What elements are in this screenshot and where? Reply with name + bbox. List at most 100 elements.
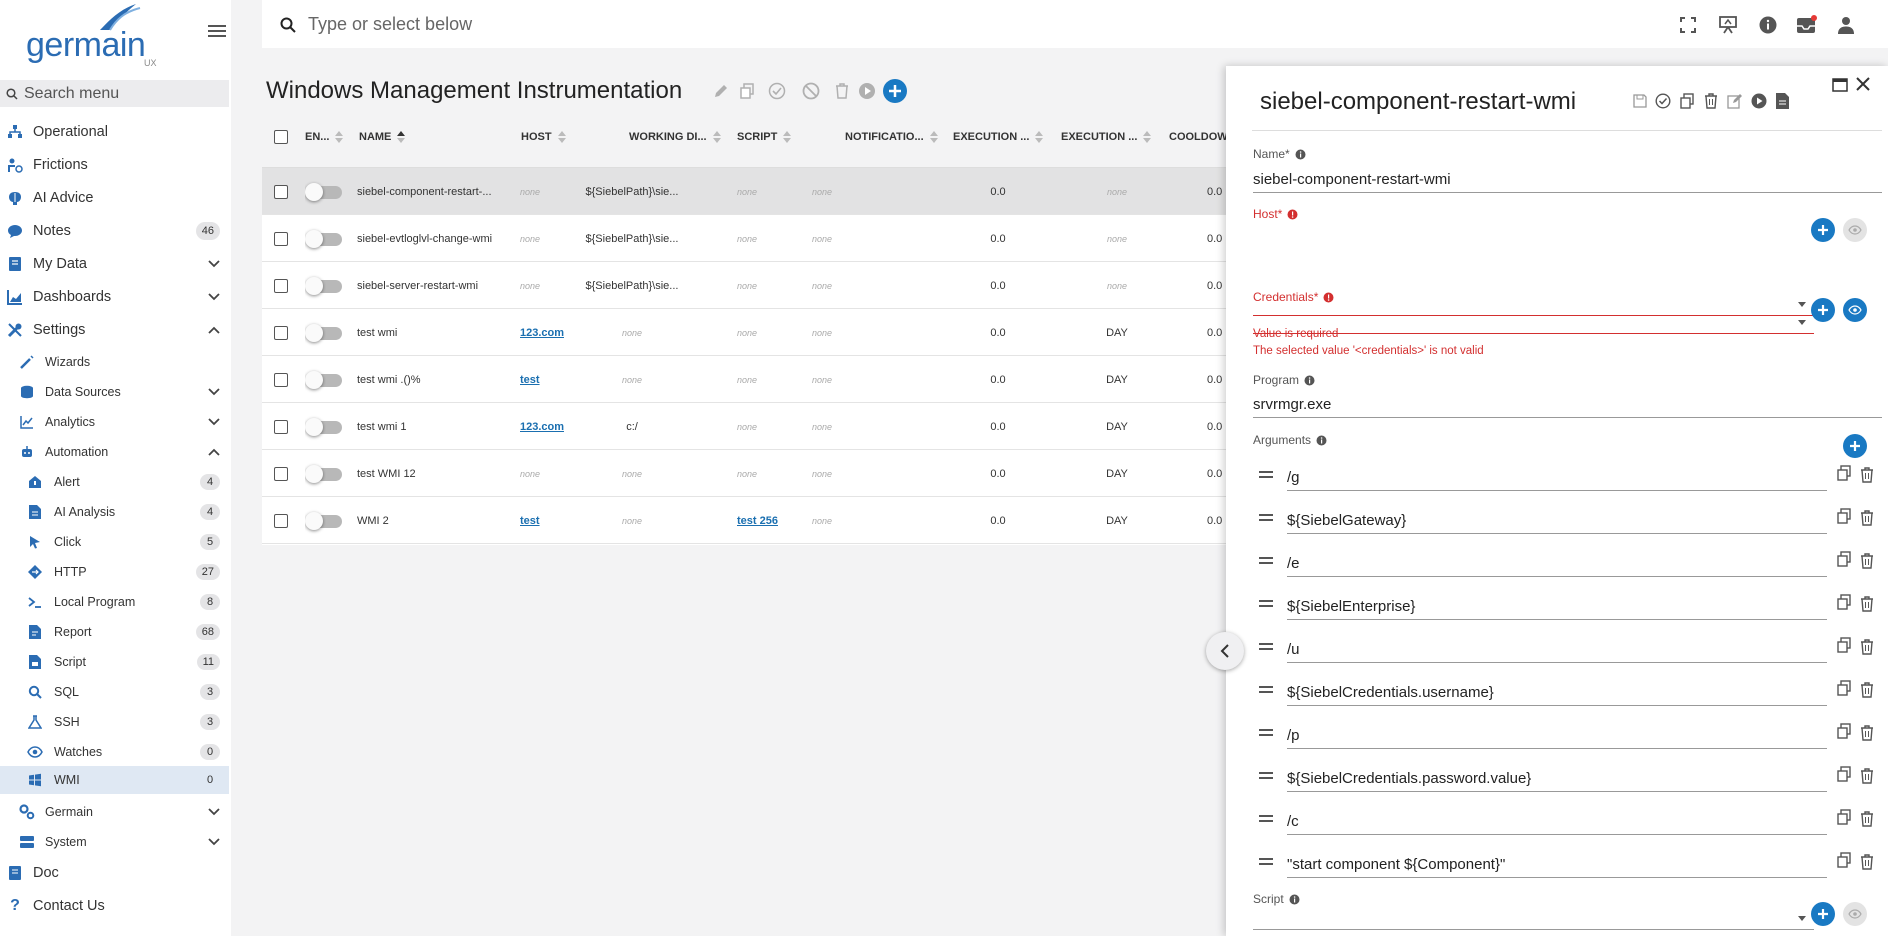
sidebar-item-report[interactable]: Report 68: [0, 618, 229, 646]
row-checkbox[interactable]: [274, 215, 288, 262]
script-select[interactable]: [1253, 904, 1814, 930]
info-icon[interactable]: [1757, 14, 1779, 36]
enable-toggle[interactable]: [305, 450, 343, 497]
argument-field[interactable]: /u: [1287, 637, 1827, 663]
check-circle-icon[interactable]: [767, 81, 787, 101]
table-row[interactable]: siebel-evtloglvl-change-wmi none ${SiebelP…: [262, 215, 1226, 262]
enable-toggle[interactable]: [305, 356, 343, 403]
drag-handle-icon[interactable]: [1259, 514, 1273, 524]
sidebar-item-notes[interactable]: Notes 46: [0, 217, 229, 245]
drag-handle-icon[interactable]: [1259, 686, 1273, 696]
play-icon[interactable]: [1750, 92, 1768, 110]
presentation-icon[interactable]: [1717, 14, 1739, 36]
table-row[interactable]: WMI 2 test none test 256 none 0.0 DAY 0.0: [262, 497, 1226, 544]
sidebar-item-doc[interactable]: Doc: [0, 859, 229, 887]
argument-field[interactable]: ${SiebelCredentials.password.value}: [1287, 766, 1827, 792]
trash-icon[interactable]: [1860, 854, 1874, 870]
trash-icon[interactable]: [1860, 510, 1874, 526]
select-all-checkbox[interactable]: [274, 130, 288, 144]
sidebar-item-wizards[interactable]: Wizards: [0, 348, 229, 376]
sidebar-item-ssh[interactable]: SSH 3: [0, 708, 229, 736]
trash-icon[interactable]: [832, 81, 852, 101]
sidebar-item-click[interactable]: Click 5: [0, 528, 229, 556]
table-row[interactable]: siebel-server-restart-wmi none ${SiebelPat…: [262, 262, 1226, 309]
sidebar-item-ai-advice[interactable]: AI Advice: [0, 184, 229, 212]
trash-icon[interactable]: [1702, 92, 1720, 110]
argument-field[interactable]: ${SiebelCredentials.username}: [1287, 680, 1827, 706]
document-icon[interactable]: [1773, 92, 1791, 110]
add-script-button[interactable]: [1811, 902, 1835, 926]
user-icon[interactable]: [1835, 14, 1857, 36]
copy-icon[interactable]: [1837, 465, 1851, 481]
sidebar-item-data-sources[interactable]: Data Sources: [0, 378, 229, 406]
add-argument-button[interactable]: [1843, 434, 1867, 458]
program-field[interactable]: srvrmgr.exe: [1253, 392, 1882, 418]
sidebar-item-local-program[interactable]: Local Program 8: [0, 588, 229, 616]
sidebar-item-alert[interactable]: Alert 4: [0, 468, 229, 496]
add-button[interactable]: [882, 78, 908, 104]
save-icon[interactable]: [1631, 92, 1649, 110]
copy-icon[interactable]: [1837, 637, 1851, 653]
sidebar-item-contact-us[interactable]: ? Contact Us: [0, 892, 229, 920]
maximize-icon[interactable]: [1832, 78, 1848, 92]
row-checkbox[interactable]: [274, 168, 288, 215]
copy-icon[interactable]: [1837, 723, 1851, 739]
trash-icon[interactable]: [1860, 467, 1874, 483]
drag-handle-icon[interactable]: [1259, 858, 1273, 868]
sidebar-item-settings[interactable]: Settings: [0, 316, 229, 344]
inbox-icon[interactable]: [1796, 14, 1818, 36]
drag-handle-icon[interactable]: [1259, 815, 1273, 825]
enable-toggle[interactable]: [305, 215, 343, 262]
trash-icon[interactable]: [1860, 596, 1874, 612]
column-working-dir[interactable]: WORKING DI...: [629, 131, 721, 143]
argument-field[interactable]: /c: [1287, 809, 1827, 835]
column-enabled[interactable]: EN...: [305, 131, 344, 143]
copy-icon[interactable]: [1837, 508, 1851, 524]
enable-toggle[interactable]: [305, 168, 343, 215]
argument-field[interactable]: /e: [1287, 551, 1827, 577]
fullscreen-icon[interactable]: [1677, 14, 1699, 36]
drag-handle-icon[interactable]: [1259, 471, 1273, 481]
drag-handle-icon[interactable]: [1259, 600, 1273, 610]
host-link[interactable]: test: [520, 515, 540, 527]
host-link[interactable]: 123.com: [520, 421, 564, 433]
argument-field[interactable]: /p: [1287, 723, 1827, 749]
argument-field[interactable]: /g: [1287, 465, 1827, 491]
sidebar-item-germain[interactable]: Germain: [0, 798, 229, 826]
host-link[interactable]: test: [520, 374, 540, 386]
column-script[interactable]: SCRIPT: [737, 131, 792, 143]
play-icon[interactable]: [857, 81, 877, 101]
collapse-panel-button[interactable]: [1206, 632, 1244, 670]
sidebar-item-script[interactable]: Script 11: [0, 648, 229, 676]
copy-icon[interactable]: [1837, 766, 1851, 782]
column-name[interactable]: NAME: [359, 131, 406, 143]
table-row[interactable]: siebel-component-restart-... none ${Siebel…: [262, 168, 1226, 215]
sidebar-item-dashboards[interactable]: Dashboards: [0, 283, 229, 311]
add-credentials-button[interactable]: [1811, 298, 1835, 322]
sidebar-item-operational[interactable]: Operational: [0, 118, 229, 146]
sidebar-item-analytics[interactable]: Analytics: [0, 408, 229, 436]
disable-icon[interactable]: [801, 81, 821, 101]
enable-toggle[interactable]: [305, 497, 343, 544]
table-row[interactable]: test wmi 123.com none none none 0.0 DAY 0.0: [262, 309, 1226, 356]
copy-icon[interactable]: [1837, 594, 1851, 610]
row-checkbox[interactable]: [274, 450, 288, 497]
copy-icon[interactable]: [1837, 809, 1851, 825]
search-menu-input[interactable]: [24, 84, 214, 103]
trash-icon[interactable]: [1860, 811, 1874, 827]
row-checkbox[interactable]: [274, 309, 288, 356]
row-checkbox[interactable]: [274, 262, 288, 309]
germain-logo[interactable]: germain UX: [26, 2, 157, 68]
enable-toggle[interactable]: [305, 403, 343, 450]
enable-toggle[interactable]: [305, 262, 343, 309]
view-credentials-button[interactable]: [1843, 298, 1867, 322]
row-checkbox[interactable]: [274, 356, 288, 403]
host-link[interactable]: 123.com: [520, 327, 564, 339]
view-script-button[interactable]: [1843, 902, 1867, 926]
column-cooldown[interactable]: COOLDOW: [1169, 131, 1226, 143]
add-host-button[interactable]: [1811, 218, 1835, 242]
name-field[interactable]: siebel-component-restart-wmi: [1253, 167, 1882, 193]
table-row[interactable]: test WMI 12 none none none none 0.0 DAY 0.0: [262, 450, 1226, 497]
table-row[interactable]: test wmi 1 123.com c:/ none none 0.0 DAY 0.0: [262, 403, 1226, 450]
argument-field[interactable]: ${SiebelGateway}: [1287, 508, 1827, 534]
